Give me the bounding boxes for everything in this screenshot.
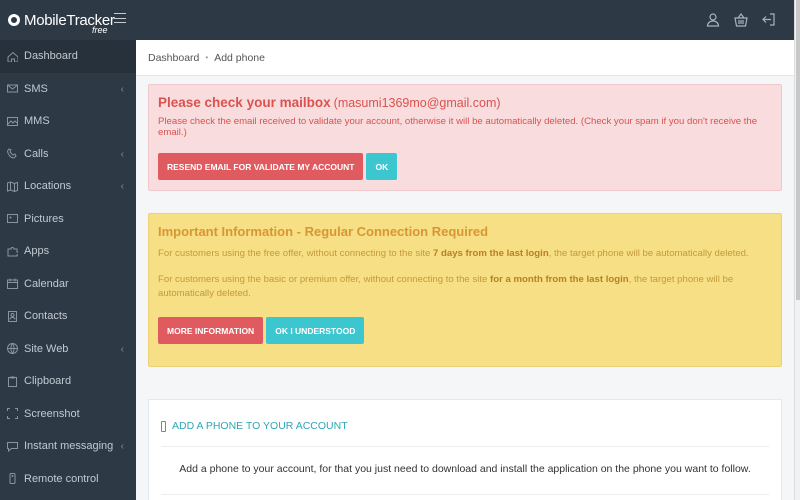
add-phone-header-text: ADD A PHONE TO YOUR ACCOUNT <box>172 420 348 432</box>
remote-icon <box>7 473 18 485</box>
info-alert-premium-text-bold: for a month from the last login <box>490 274 629 286</box>
brand-logo[interactable]: MobileTracker free <box>0 0 136 40</box>
breadcrumb-home[interactable]: Dashboard <box>148 52 199 64</box>
sidebar-item-label: Remote control <box>24 472 99 485</box>
resend-email-button[interactable]: RESEND EMAIL FOR VALIDATE MY ACCOUNT <box>158 153 364 180</box>
sidebar-item-label: Site Web <box>24 342 69 355</box>
info-alert-free-text-bold: 7 days from the last login <box>433 248 549 259</box>
breadcrumb-current: Add phone <box>214 51 265 64</box>
add-phone-header: ADD A PHONE TO YOUR ACCOUNT <box>161 420 348 432</box>
divider <box>161 494 769 495</box>
understood-button[interactable]: OK I UNDERSTOOD <box>266 317 365 345</box>
chevron-left-icon: ‹ <box>120 441 124 452</box>
sidebar-item-label: Apps <box>24 245 50 258</box>
divider <box>161 446 769 447</box>
info-alert-title: Important Information - Regular Connecti… <box>158 224 489 239</box>
chevron-left-icon: ‹ <box>120 181 124 192</box>
mailbox-alert: Please check your mailbox (masumi1369mo@… <box>148 84 782 191</box>
sidebar-item-label: Dashboard <box>24 50 78 63</box>
brand-sub: free <box>92 25 108 35</box>
mailbox-alert-email: (masumi1369mo@gmail.com) <box>333 96 501 110</box>
sidebar-item-pictures[interactable]: Pictures <box>0 203 136 236</box>
mailbox-alert-text: Please check the email received to valid… <box>158 116 758 138</box>
sidebar-item-calls[interactable]: Calls ‹ <box>0 138 136 171</box>
sidebar-item-label: Instant messaging <box>24 440 114 453</box>
sidebar-item-label: MMS <box>24 115 50 128</box>
sidebar-item-label: Calls <box>24 147 49 160</box>
sidebar-item-label: Clipboard <box>24 375 72 388</box>
sidebar-item-instant-messaging[interactable]: Instant messaging ‹ <box>0 430 136 463</box>
calendar-icon <box>7 278 18 290</box>
sidebar: Dashboard SMS ‹ MMS Calls ‹ Locations ‹ Pictures… <box>0 40 136 500</box>
sidebar-item-dashboard[interactable]: Dashboard <box>0 40 136 73</box>
sidebar-item-label: Locations <box>24 180 72 193</box>
clipboard-icon <box>7 376 18 387</box>
sidebar-item-mms[interactable]: MMS <box>0 105 136 138</box>
map-icon <box>7 181 18 192</box>
sidebar-item-contacts[interactable]: Contacts <box>0 300 136 333</box>
breadcrumb-separator-icon: • <box>205 53 209 62</box>
scrollbar-thumb[interactable] <box>796 0 800 300</box>
chevron-left-icon: ‹ <box>120 343 124 355</box>
contacts-icon <box>7 310 18 322</box>
sidebar-item-remote-control[interactable]: Remote control <box>0 463 136 496</box>
main-content: Dashboard • Add phone Please check your … <box>136 40 794 500</box>
picture-icon <box>7 213 18 224</box>
logout-icon[interactable] <box>762 12 776 27</box>
sidebar-item-label: Calendar <box>24 277 69 290</box>
info-alert-free-text-part2: , the target phone will be automatically… <box>548 248 749 259</box>
sidebar-item-site-web[interactable]: Site Web ‹ <box>0 333 136 366</box>
sidebar-item-clipboard[interactable]: Clipboard <box>0 365 136 398</box>
info-alert-premium-text: For customers using the basic or premium… <box>158 273 772 300</box>
add-phone-text: Add a phone to your account, for that yo… <box>179 463 751 475</box>
sidebar-item-label: Contacts <box>24 310 68 323</box>
basket-icon[interactable] <box>734 12 748 27</box>
ok-button[interactable]: OK <box>366 153 398 180</box>
image-icon <box>7 116 18 127</box>
logo-icon <box>8 14 20 26</box>
more-information-button[interactable]: MORE INFORMATION <box>158 317 264 345</box>
info-alert-premium-text-part1: For customers using the basic or premium… <box>158 274 491 286</box>
page-scrollbar[interactable] <box>794 0 800 500</box>
menu-toggle-icon[interactable] <box>114 13 126 23</box>
connection-info-alert: Important Information - Regular Connecti… <box>148 213 782 367</box>
home-icon <box>7 51 18 62</box>
sidebar-item-locations[interactable]: Locations ‹ <box>0 170 136 203</box>
sidebar-item-label: SMS <box>24 82 48 95</box>
puzzle-icon <box>7 246 18 257</box>
user-icon[interactable] <box>706 12 720 27</box>
mail-icon <box>7 83 18 94</box>
add-phone-card: ADD A PHONE TO YOUR ACCOUNT Add a phone … <box>148 399 782 500</box>
screenshot-icon <box>7 408 18 420</box>
globe-icon <box>7 343 18 355</box>
mailbox-alert-title: Please check your mailbox <box>158 95 331 110</box>
sidebar-item-sms[interactable]: SMS ‹ <box>0 73 136 106</box>
sidebar-item-screenshot[interactable]: Screenshot <box>0 398 136 431</box>
chevron-left-icon: ‹ <box>120 148 124 160</box>
sidebar-item-label: Pictures <box>24 212 64 225</box>
phone-icon <box>7 148 18 159</box>
chat-icon <box>7 441 18 452</box>
sidebar-item-label: Screenshot <box>24 407 80 420</box>
info-alert-free-text-part1: For customers using the free offer, with… <box>158 248 433 259</box>
top-bar: MobileTracker free <box>0 0 794 40</box>
chevron-left-icon: ‹ <box>120 83 124 95</box>
info-alert-free-text: For customers using the free offer, with… <box>158 247 772 260</box>
mobile-phone-icon <box>161 420 166 432</box>
breadcrumb: Dashboard • Add phone <box>136 40 794 76</box>
sidebar-item-apps[interactable]: Apps <box>0 235 136 268</box>
sidebar-item-calendar[interactable]: Calendar <box>0 268 136 301</box>
